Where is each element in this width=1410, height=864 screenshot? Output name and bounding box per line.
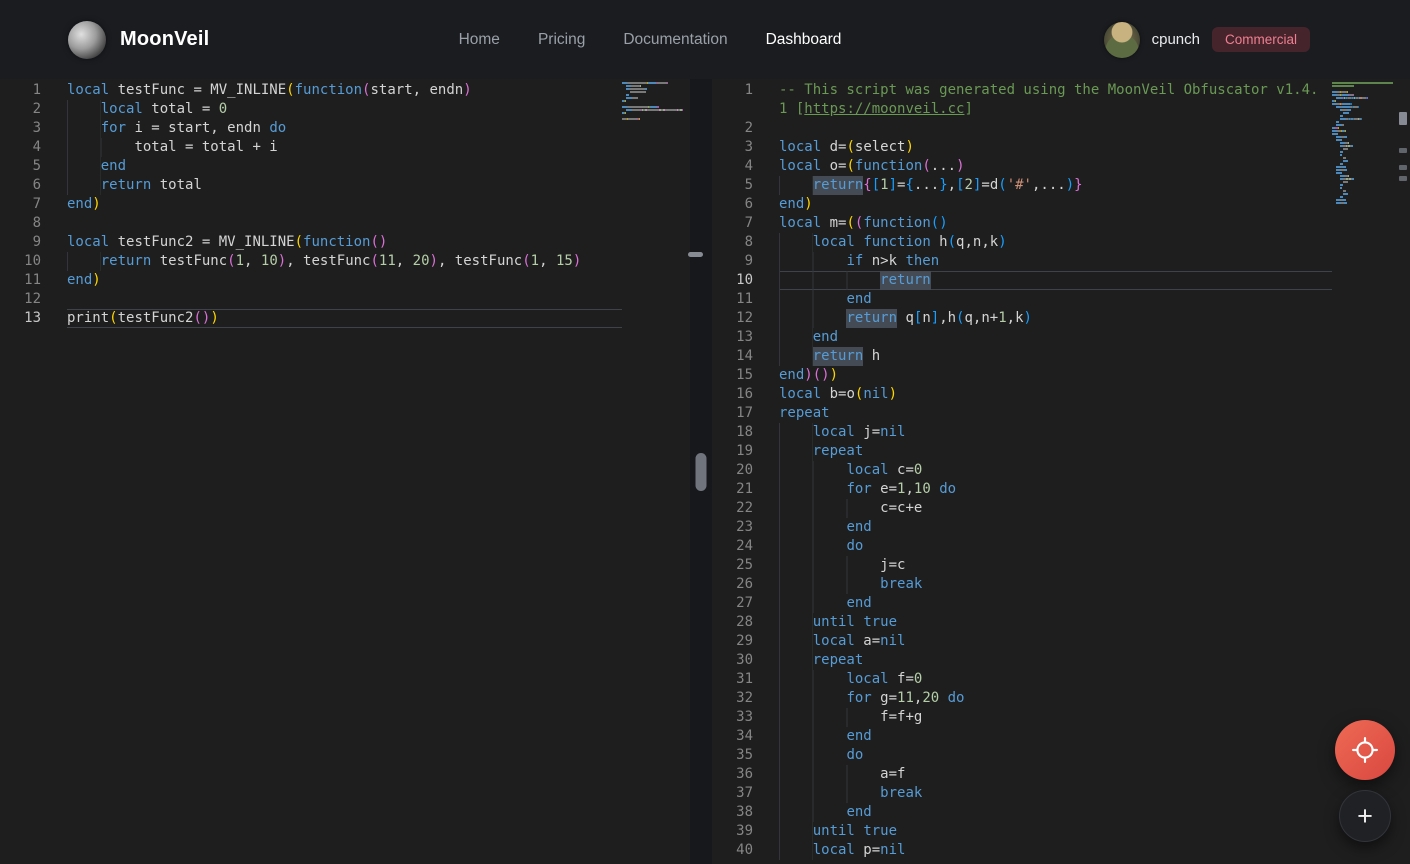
left-editor-scroll-dash[interactable] <box>688 252 703 257</box>
code-line[interactable]: 25 j=c <box>712 556 1332 575</box>
plan-badge: Commercial <box>1212 27 1310 52</box>
code-line[interactable]: 10 return <box>712 271 1332 290</box>
code-line[interactable]: 15end)()) <box>712 366 1332 385</box>
crosshair-icon <box>1352 737 1378 763</box>
code-line[interactable]: 18 local j=nil <box>712 423 1332 442</box>
code-line[interactable]: 1 [https://moonveil.cc] <box>712 100 1332 119</box>
code-line[interactable]: 5 return{[1]={...},[2]=d('#',...)} <box>712 176 1332 195</box>
code-line[interactable]: 26 break <box>712 575 1332 594</box>
nav-link-documentation[interactable]: Documentation <box>623 31 727 49</box>
code-line[interactable]: 4 total = total + i <box>0 138 622 157</box>
code-line[interactable]: 9 if n>k then <box>712 252 1332 271</box>
code-line[interactable]: 14 return h <box>712 347 1332 366</box>
nav-link-pricing[interactable]: Pricing <box>538 31 585 49</box>
code-line[interactable]: 13print(testFunc2()) <box>0 309 622 328</box>
editor-split: 1local testFunc = MV_INLINE(function(sta… <box>0 79 1410 864</box>
code-line[interactable]: 9local testFunc2 = MV_INLINE(function() <box>0 233 622 252</box>
code-line[interactable]: 28 until true <box>712 613 1332 632</box>
code-line[interactable]: 39 until true <box>712 822 1332 841</box>
code-line[interactable]: 17repeat <box>712 404 1332 423</box>
nav-link-home[interactable]: Home <box>459 31 500 49</box>
code-line[interactable]: 3 for i = start, endn do <box>0 119 622 138</box>
code-line[interactable]: 20 local c=0 <box>712 461 1332 480</box>
code-line[interactable]: 6 return total <box>0 176 622 195</box>
brand-name: MoonVeil <box>120 28 209 51</box>
right-editor-scrollbar[interactable] <box>1397 79 1410 864</box>
add-button[interactable]: + <box>1339 790 1391 842</box>
user-avatar[interactable] <box>1104 22 1140 58</box>
code-line[interactable]: 7local m=((function() <box>712 214 1332 233</box>
code-line[interactable]: 30 repeat <box>712 651 1332 670</box>
code-line[interactable]: 38 end <box>712 803 1332 822</box>
code-line[interactable]: 32 for g=11,20 do <box>712 689 1332 708</box>
overview-ruler-mark <box>1399 148 1407 153</box>
user-name: cpunch <box>1152 31 1200 48</box>
left-editor-lines: 1local testFunc = MV_INLINE(function(sta… <box>0 79 622 864</box>
code-line[interactable]: 29 local a=nil <box>712 632 1332 651</box>
code-line[interactable]: 24 do <box>712 537 1332 556</box>
overview-ruler-mark <box>1399 165 1407 170</box>
source-editor[interactable]: 1local testFunc = MV_INLINE(function(sta… <box>0 79 690 864</box>
plus-icon: + <box>1357 801 1373 832</box>
scrollbar-thumb[interactable] <box>1399 112 1407 125</box>
code-line[interactable]: 21 for e=1,10 do <box>712 480 1332 499</box>
code-line[interactable]: 22 c=c+e <box>712 499 1332 518</box>
code-line[interactable]: 4local o=(function(...) <box>712 157 1332 176</box>
code-line[interactable]: 23 end <box>712 518 1332 537</box>
code-line[interactable]: 3local d=(select) <box>712 138 1332 157</box>
overview-ruler-mark <box>1399 176 1407 181</box>
code-line[interactable]: 6end) <box>712 195 1332 214</box>
code-line[interactable]: 16local b=o(nil) <box>712 385 1332 404</box>
code-line[interactable]: 5 end <box>0 157 622 176</box>
code-line[interactable]: 12 return q[n],h(q,n+1,k) <box>712 309 1332 328</box>
target-button[interactable] <box>1335 720 1395 780</box>
code-line[interactable]: 35 do <box>712 746 1332 765</box>
code-line[interactable]: 2 local total = 0 <box>0 100 622 119</box>
code-line[interactable]: 12 <box>0 290 622 309</box>
code-line[interactable]: 8 local function h(q,n,k) <box>712 233 1332 252</box>
top-nav: MoonVeil Home Pricing Documentation Dashboa… <box>0 0 1410 79</box>
output-editor[interactable]: 1-- This script was generated using the … <box>712 79 1410 864</box>
code-line[interactable]: 37 break <box>712 784 1332 803</box>
split-divider <box>690 79 712 864</box>
code-line[interactable]: 10 return testFunc(1, 10), testFunc(11, … <box>0 252 622 271</box>
code-line[interactable]: 34 end <box>712 727 1332 746</box>
moon-logo-icon <box>68 21 106 59</box>
code-line[interactable]: 27 end <box>712 594 1332 613</box>
code-line[interactable]: 1-- This script was generated using the … <box>712 81 1332 100</box>
code-line[interactable]: 11end) <box>0 271 622 290</box>
code-line[interactable]: 36 a=f <box>712 765 1332 784</box>
right-editor-lines: 1-- This script was generated using the … <box>712 79 1332 864</box>
left-editor-minimap[interactable] <box>622 79 690 864</box>
code-line[interactable]: 1local testFunc = MV_INLINE(function(sta… <box>0 81 622 100</box>
code-line[interactable]: 31 local f=0 <box>712 670 1332 689</box>
user-area: cpunch Commercial <box>1104 0 1310 79</box>
code-line[interactable]: 2 <box>712 119 1332 138</box>
split-drag-handle[interactable] <box>696 453 707 491</box>
code-line[interactable]: 40 local p=nil <box>712 841 1332 860</box>
code-line[interactable]: 19 repeat <box>712 442 1332 461</box>
brand: MoonVeil <box>68 21 209 59</box>
code-line[interactable]: 7end) <box>0 195 622 214</box>
code-line[interactable]: 33 f=f+g <box>712 708 1332 727</box>
nav-link-dashboard[interactable]: Dashboard <box>766 31 842 49</box>
code-line[interactable]: 13 end <box>712 328 1332 347</box>
main-nav: Home Pricing Documentation Dashboard <box>459 0 842 79</box>
code-line[interactable]: 11 end <box>712 290 1332 309</box>
code-line[interactable]: 8 <box>0 214 622 233</box>
